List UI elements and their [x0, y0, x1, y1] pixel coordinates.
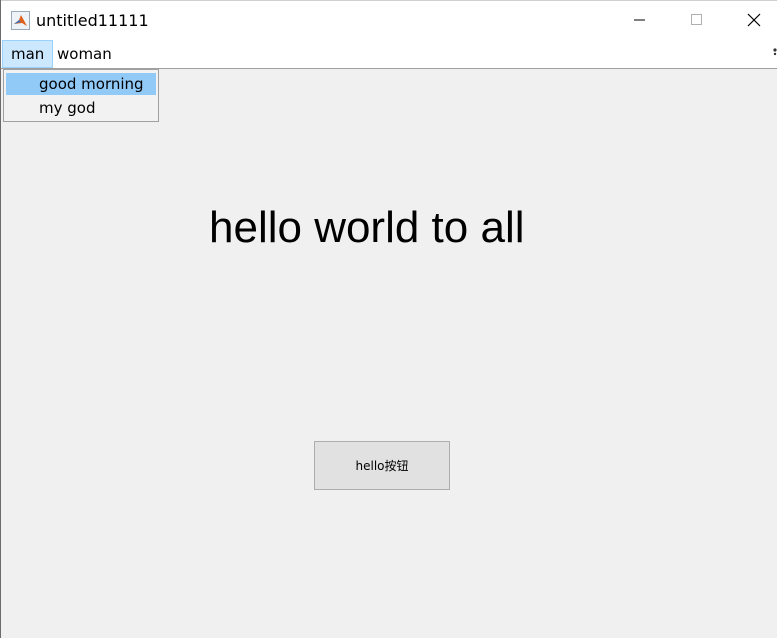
menu-bar: man woman	[1, 38, 777, 69]
minimize-icon	[634, 19, 645, 21]
menubar-grip-icon	[773, 48, 777, 56]
menu-item-my-god[interactable]: my god	[6, 97, 156, 119]
minimize-button[interactable]	[611, 1, 669, 39]
close-button[interactable]	[725, 1, 777, 39]
static-text-label: hello world to all	[209, 203, 525, 252]
title-bar[interactable]: untitled11111	[1, 0, 777, 38]
window-title: untitled11111	[36, 11, 149, 30]
menu-woman[interactable]: woman	[48, 40, 121, 68]
maximize-button[interactable]	[668, 1, 726, 39]
close-icon	[747, 13, 761, 27]
hello-button[interactable]: hello按钮	[314, 441, 450, 490]
menu-item-good-morning[interactable]: good morning	[6, 73, 156, 95]
dropdown-menu-man: good morning my god	[3, 69, 159, 122]
figure-window: untitled11111 man woman good morning my …	[0, 0, 777, 638]
maximize-icon	[691, 14, 702, 25]
menu-man[interactable]: man	[2, 40, 54, 68]
matlab-icon	[11, 11, 30, 30]
